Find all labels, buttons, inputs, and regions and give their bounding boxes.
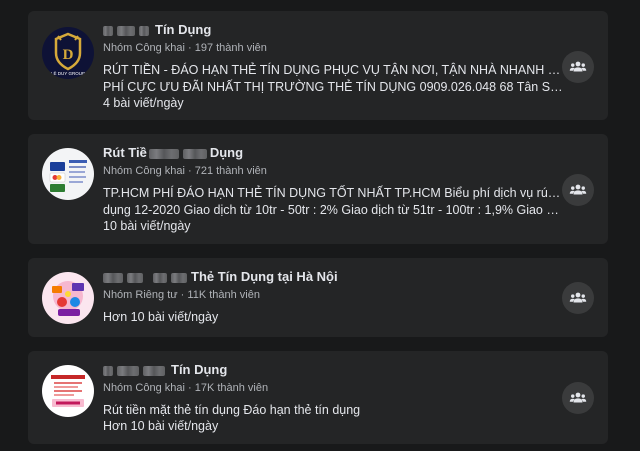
group-meta: Nhóm Riêng tư · 11K thành viên bbox=[103, 289, 260, 301]
group-name[interactable]: Tín Dụng bbox=[103, 22, 211, 37]
privacy-label: Nhóm Công khai bbox=[103, 382, 185, 394]
group-avatar[interactable] bbox=[42, 272, 94, 324]
group-avatar[interactable] bbox=[42, 148, 94, 200]
group-join-icon bbox=[569, 61, 587, 72]
member-count: 11K thành viên bbox=[187, 289, 260, 301]
group-name[interactable]: Thẻ Tín Dụng tại Hà Nội bbox=[103, 269, 338, 284]
svg-text:LÊ DUY GROUP: LÊ DUY GROUP bbox=[51, 69, 85, 76]
join-group-button[interactable] bbox=[562, 174, 594, 206]
group-card[interactable]: Tín Dụng Nhóm Công khai · 17K thành viên… bbox=[28, 351, 608, 444]
shield-logo-icon: D LÊ DUY GROUP bbox=[42, 27, 94, 79]
group-card[interactable]: Rút Tiề Dụng Nhóm Công khai · 721 thành v… bbox=[28, 134, 608, 244]
group-meta: Nhóm Công khai · 17K thành viên bbox=[103, 382, 269, 394]
group-avatar[interactable]: D LÊ DUY GROUP bbox=[42, 27, 94, 79]
illustration-icon bbox=[42, 272, 94, 324]
svg-text:D: D bbox=[63, 47, 74, 63]
join-group-button[interactable] bbox=[562, 51, 594, 83]
member-count: 197 thành viên bbox=[194, 42, 267, 54]
group-meta: Nhóm Công khai · 721 thành viên bbox=[103, 165, 267, 177]
group-card[interactable]: D LÊ DUY GROUP Tín Dụng Nhóm Công khai ·… bbox=[28, 11, 608, 120]
group-card[interactable]: Thẻ Tín Dụng tại Hà Nội Nhóm Riêng tư · … bbox=[28, 258, 608, 337]
group-join-icon bbox=[569, 184, 587, 195]
join-group-button[interactable] bbox=[562, 382, 594, 414]
member-count: 17K thành viên bbox=[194, 382, 269, 394]
flyer-icon bbox=[42, 365, 94, 417]
join-group-button[interactable] bbox=[562, 282, 594, 314]
group-description: TP.HCM PHÍ ĐÁO HẠN THẺ TÍN DỤNG TỐT NHẤT… bbox=[103, 186, 563, 217]
group-name[interactable]: Tín Dụng bbox=[103, 362, 227, 377]
post-frequency: 10 bài viết/ngày bbox=[103, 219, 191, 233]
post-frequency: 4 bài viết/ngày bbox=[103, 96, 184, 110]
group-join-icon bbox=[569, 392, 587, 403]
credit-cards-icon bbox=[42, 148, 94, 200]
group-description: Rút tiền mặt thẻ tín dụng Đáo hạn thẻ tí… bbox=[103, 403, 361, 417]
group-avatar[interactable] bbox=[42, 365, 94, 417]
member-count: 721 thành viên bbox=[194, 165, 267, 177]
group-meta: Nhóm Công khai · 197 thành viên bbox=[103, 42, 267, 54]
group-join-icon bbox=[569, 292, 587, 303]
privacy-label: Nhóm Công khai bbox=[103, 165, 185, 177]
group-name[interactable]: Rút Tiề Dụng bbox=[103, 145, 243, 160]
post-frequency: Hơn 10 bài viết/ngày bbox=[103, 419, 219, 433]
post-frequency: Hơn 10 bài viết/ngày bbox=[103, 310, 219, 324]
privacy-label: Nhóm Công khai bbox=[103, 42, 185, 54]
group-description: RÚT TIỀN - ĐÁO HẠN THẺ TÍN DỤNG PHỤC VỤ … bbox=[103, 63, 563, 94]
privacy-label: Nhóm Riêng tư bbox=[103, 289, 178, 301]
